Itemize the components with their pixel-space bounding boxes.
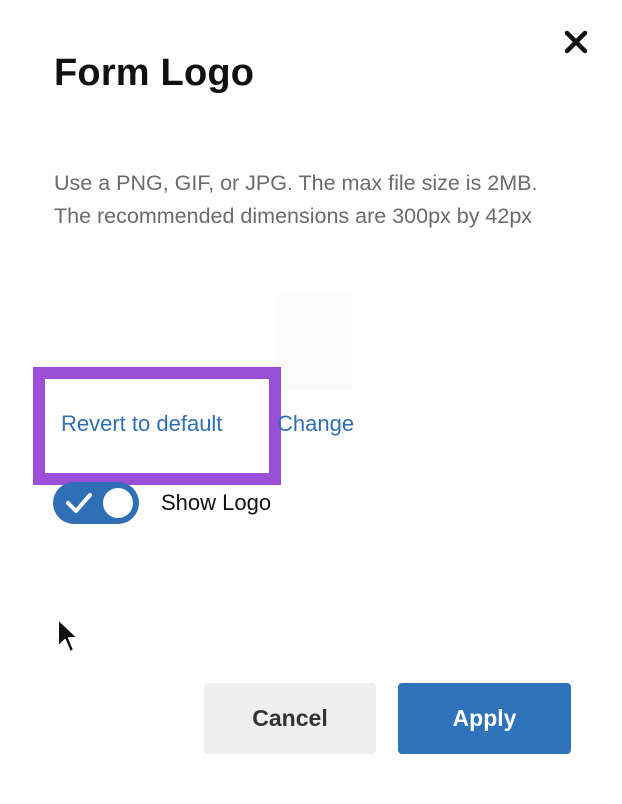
revert-to-default-link[interactable]: Revert to default xyxy=(61,409,222,439)
cancel-button[interactable]: Cancel xyxy=(204,683,376,754)
logo-preview xyxy=(276,294,352,390)
show-logo-label: Show Logo xyxy=(161,490,272,515)
apply-button[interactable]: Apply xyxy=(398,683,571,754)
toggle-knob xyxy=(103,488,133,518)
mouse-pointer-icon xyxy=(57,618,79,653)
form-logo-dialog: Form Logo Use a PNG, GIF, or JPG. The ma… xyxy=(0,0,622,804)
change-logo-link[interactable]: Change xyxy=(277,409,354,439)
upload-instructions: Use a PNG, GIF, or JPG. The max file siz… xyxy=(54,171,538,228)
show-logo-toggle[interactable] xyxy=(53,482,139,524)
dialog-title: Form Logo xyxy=(54,52,255,94)
checkmark-icon xyxy=(66,493,92,513)
close-button[interactable] xyxy=(560,26,592,58)
close-icon xyxy=(564,30,588,54)
